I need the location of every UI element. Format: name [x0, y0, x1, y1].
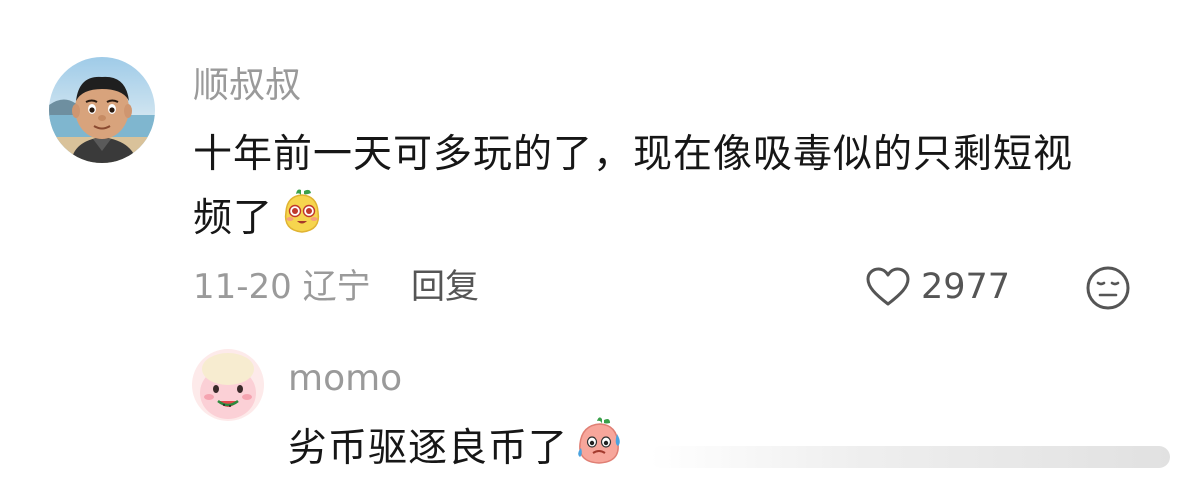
reply-text-content: 劣币驱逐良币了 — [288, 426, 569, 471]
reply-username[interactable]: momo — [288, 355, 402, 403]
comment-text-line-with-emoji: 频了 — [193, 186, 1133, 248]
avatar-image — [192, 349, 264, 421]
scroll-fade-divider — [650, 446, 1170, 468]
reply-comment-text: 劣币驱逐良币了 — [288, 414, 626, 487]
sweating-peach-emoji — [572, 414, 626, 487]
comment-date-location: 11-20 辽宁 — [193, 267, 371, 307]
reply-button[interactable]: 回复 — [411, 262, 479, 312]
heart-outline-icon — [866, 267, 910, 306]
like-button[interactable]: 2977 — [865, 262, 1010, 312]
main-comment-text: 十年前一天可多玩的了，现在像吸毒似的只剩短视 频了 — [193, 124, 1133, 248]
comment-text-line: 频了 — [193, 196, 274, 241]
dislike-button[interactable] — [1084, 264, 1132, 312]
comment-meta-row: 11-20 辽宁 回复 2977 — [193, 262, 1143, 312]
avatar-reply-user[interactable] — [192, 349, 264, 421]
like-count: 2977 — [921, 267, 1011, 307]
avatar-image — [49, 57, 155, 163]
avatar-main-user[interactable] — [49, 57, 155, 163]
comment-text-line: 十年前一天可多玩的了，现在像吸毒似的只剩短视 — [193, 132, 1074, 177]
neutral-face-icon — [1086, 266, 1130, 310]
pear-face-emoji — [277, 186, 327, 255]
main-username[interactable]: 顺叔叔 — [193, 62, 301, 110]
